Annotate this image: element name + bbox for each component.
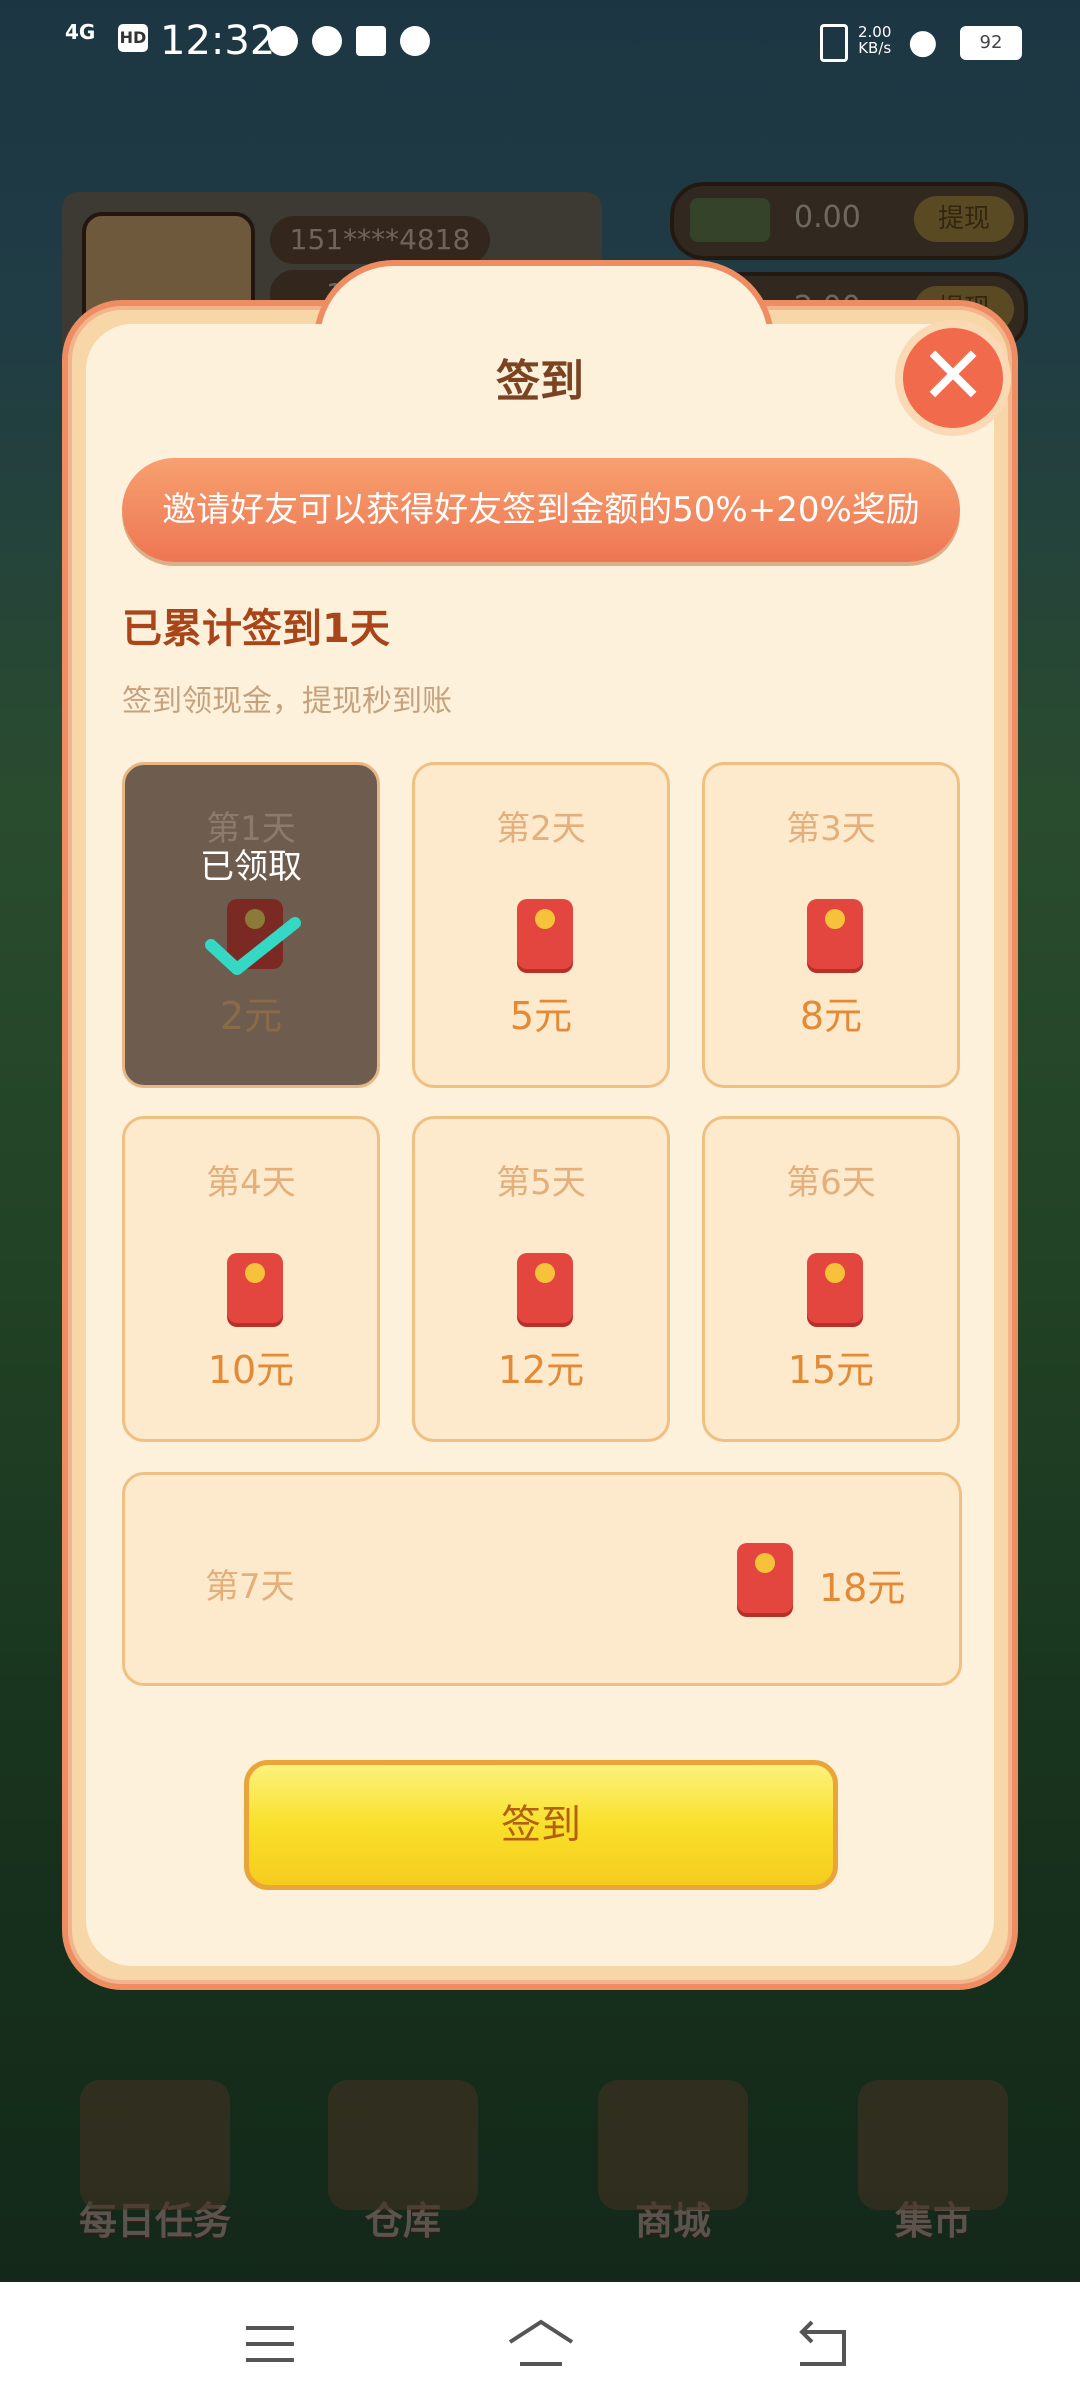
clock: 12:32 bbox=[160, 18, 276, 64]
day-card-5[interactable]: 第5天 12元 bbox=[412, 1116, 670, 1442]
invite-banner[interactable]: 邀请好友可以获得好友签到金额的50%+20%奖励 bbox=[122, 458, 960, 562]
wifi-icon: ● bbox=[908, 22, 938, 62]
day-card-6[interactable]: 第6天 15元 bbox=[702, 1116, 960, 1442]
check-circle-icon bbox=[312, 26, 342, 56]
status-bar: 4G HD 12:32 2.00 KB/s ● 92 bbox=[0, 0, 1080, 80]
close-button[interactable]: ✕ bbox=[895, 320, 1011, 436]
red-envelope-icon bbox=[517, 899, 573, 969]
system-navigation-bar bbox=[0, 2282, 1080, 2408]
day-amount: 10元 bbox=[207, 1348, 295, 1392]
speed-value: 2.00 bbox=[858, 23, 892, 41]
day-amount: 15元 bbox=[787, 1348, 875, 1392]
claimed-label: 已领取 bbox=[200, 847, 302, 887]
day-amount: 18元 bbox=[819, 1566, 906, 1610]
day-card-4[interactable]: 第4天 10元 bbox=[122, 1116, 380, 1442]
day-amount: 5元 bbox=[509, 994, 573, 1038]
cumulative-days: 已累计签到1天 bbox=[122, 606, 390, 652]
checkmark-icon bbox=[205, 917, 301, 975]
day-amount: 2元 bbox=[219, 994, 283, 1038]
day-label: 第2天 bbox=[496, 809, 586, 849]
red-envelope-icon bbox=[737, 1543, 793, 1613]
red-envelope-icon bbox=[807, 899, 863, 969]
day-amount: 12元 bbox=[497, 1348, 585, 1392]
home-icon[interactable] bbox=[506, 2314, 576, 2374]
battery-icon: 92 bbox=[960, 26, 1022, 60]
day-label: 第5天 bbox=[496, 1163, 586, 1203]
dialog-subtitle: 签到领现金，提现秒到账 bbox=[122, 684, 452, 719]
day-label: 第3天 bbox=[786, 809, 876, 849]
hd-icon: HD bbox=[118, 24, 148, 52]
day-label: 第4天 bbox=[206, 1163, 296, 1203]
sim-icon bbox=[356, 26, 386, 56]
notification-bell-icon bbox=[400, 26, 430, 56]
day-card-2[interactable]: 第2天 5元 bbox=[412, 762, 670, 1088]
day-label: 第7天 bbox=[205, 1567, 295, 1607]
day-card-1[interactable]: 第1天 2元 已领取 bbox=[122, 762, 380, 1088]
network-indicator: 4G bbox=[65, 20, 96, 44]
red-envelope-icon bbox=[807, 1253, 863, 1323]
close-icon: ✕ bbox=[919, 329, 987, 422]
red-envelope-icon bbox=[227, 1253, 283, 1323]
day-label: 第6天 bbox=[786, 1163, 876, 1203]
network-speed: 2.00 KB/s bbox=[858, 24, 891, 56]
speed-unit: KB/s bbox=[858, 39, 892, 57]
day-amount: 8元 bbox=[799, 994, 863, 1038]
menu-icon[interactable] bbox=[240, 2314, 300, 2374]
sign-in-button[interactable]: 签到 bbox=[244, 1760, 838, 1890]
back-icon[interactable] bbox=[794, 2314, 854, 2374]
vibrate-icon bbox=[820, 24, 848, 62]
day-card-3[interactable]: 第3天 8元 bbox=[702, 762, 960, 1088]
speed-icon bbox=[268, 26, 298, 56]
day-card-7[interactable]: 第7天 18元 bbox=[122, 1472, 962, 1686]
red-envelope-icon bbox=[517, 1253, 573, 1323]
